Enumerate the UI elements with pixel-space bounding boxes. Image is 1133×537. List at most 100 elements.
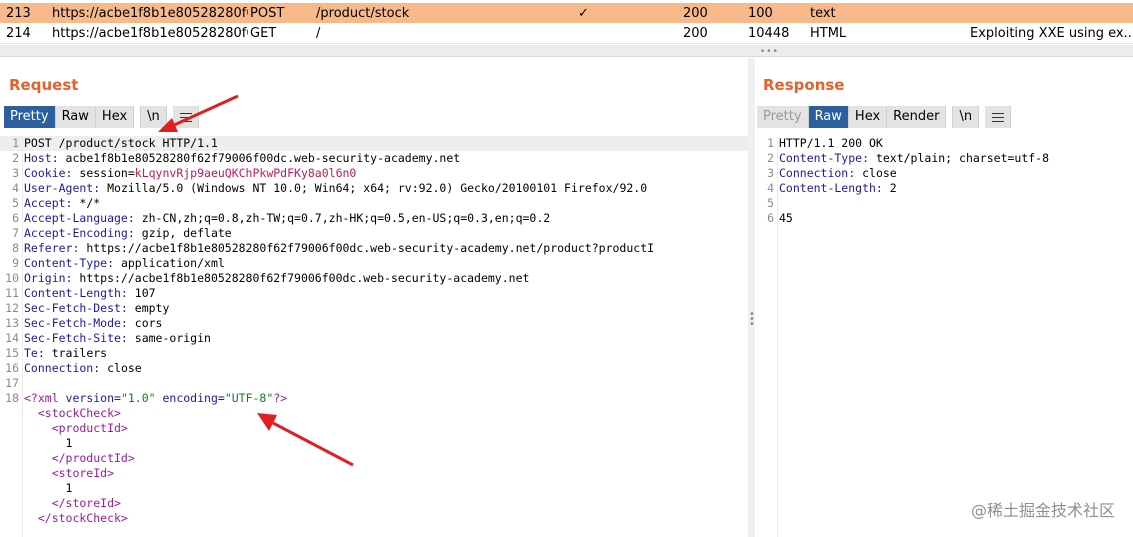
line-content: Accept: */* bbox=[24, 196, 100, 211]
header-value: application/xml bbox=[114, 256, 225, 270]
history-row[interactable]: 214 https://acbe1f8b1e80528280f6... GET … bbox=[0, 23, 1133, 44]
line-content: 1 bbox=[24, 481, 73, 496]
code-line: 1 bbox=[0, 436, 748, 451]
vertical-splitter[interactable] bbox=[748, 58, 755, 537]
header-name: Accept-Language: bbox=[24, 211, 135, 225]
request-editor[interactable]: 1 POST /product/stock HTTP/1.1 2 Host: acbe… bbox=[0, 136, 748, 537]
header-value: empty bbox=[127, 301, 170, 315]
menu-icon[interactable] bbox=[172, 106, 199, 128]
line-content: <?xml version="1.0" encoding="UTF-8"?> bbox=[24, 391, 287, 406]
line-number: 6 bbox=[767, 211, 774, 225]
line-content: HTTP/1.1 200 OK bbox=[779, 136, 883, 151]
header-name: Connection: bbox=[24, 361, 101, 375]
line-number: 15 bbox=[5, 346, 19, 360]
line-content: Content-Length: 107 bbox=[24, 286, 156, 301]
line-content: Connection: close bbox=[779, 166, 897, 181]
header-value: 107 bbox=[127, 286, 156, 300]
drag-handle-icon[interactable]: ••• bbox=[760, 48, 779, 57]
row-number: 214 bbox=[6, 26, 31, 41]
line-content: User-Agent: Mozilla/5.0 (Windows NT 10.0… bbox=[24, 181, 647, 196]
header-name: Content-Length: bbox=[779, 181, 883, 195]
line-number: 4 bbox=[767, 181, 774, 195]
row-url: / bbox=[316, 26, 321, 41]
request-title: Request bbox=[9, 76, 79, 94]
tab-raw[interactable]: Raw bbox=[55, 106, 96, 128]
newline-toggle-button[interactable]: \n bbox=[140, 106, 167, 128]
header-value: 2 bbox=[882, 181, 897, 195]
line-content: Content-Length: 2 bbox=[779, 181, 897, 196]
line-number: 4 bbox=[12, 181, 19, 195]
header-value: https://acbe1f8b1e80528280f62f79006f00dc… bbox=[72, 271, 530, 285]
code-line: 1 POST /product/stock HTTP/1.1 bbox=[0, 136, 748, 151]
header-name: Cookie: bbox=[24, 166, 73, 180]
line-number: 7 bbox=[12, 226, 19, 240]
code-line: 3 Cookie: session=kLqynvRjp9aeuQKChPkwPdF… bbox=[0, 166, 748, 181]
line-number: 3 bbox=[767, 166, 774, 180]
header-name: Accept-Encoding: bbox=[24, 226, 135, 240]
header-value: close bbox=[100, 361, 142, 375]
code-line: 12 Sec-Fetch-Dest: empty bbox=[0, 301, 748, 316]
xml-tag: <stockCheck> bbox=[24, 406, 121, 420]
response-panel: Response Pretty Raw Hex Render \n 1 HTTP/… bbox=[755, 58, 1133, 537]
line-number: 5 bbox=[767, 196, 774, 210]
line-number: 2 bbox=[12, 151, 19, 165]
line-content: Accept-Encoding: gzip, deflate bbox=[24, 226, 232, 241]
line-number: 1 bbox=[12, 136, 19, 150]
header-value: HTTP/1.1 200 OK bbox=[779, 136, 883, 150]
code-line: 4 User-Agent: Mozilla/5.0 (Windows NT 10.… bbox=[0, 181, 748, 196]
header-name: Sec-Fetch-Dest: bbox=[24, 301, 128, 315]
tab-render[interactable]: Render bbox=[887, 106, 947, 128]
line-content: Sec-Fetch-Site: same-origin bbox=[24, 331, 211, 346]
header-name: Referer: bbox=[24, 241, 80, 255]
tab-pretty[interactable]: Pretty bbox=[4, 106, 56, 128]
line-number: 5 bbox=[12, 196, 19, 210]
line-content: Referer: https://acbe1f8b1e80528280f62f7… bbox=[24, 241, 654, 256]
header-value: */* bbox=[72, 196, 101, 210]
header-name: Content-Type: bbox=[24, 256, 115, 270]
menu-icon[interactable] bbox=[985, 106, 1012, 128]
code-line: 7 Accept-Encoding: gzip, deflate bbox=[0, 226, 748, 241]
line-number: 16 bbox=[5, 361, 19, 375]
xml-tag: </storeId> bbox=[24, 496, 121, 510]
code-line: </productId> bbox=[0, 451, 748, 466]
header-name: Accept: bbox=[24, 196, 73, 210]
code-line: 11 Content-Length: 107 bbox=[0, 286, 748, 301]
xml-decl: <?xml bbox=[24, 391, 59, 405]
code-line: 4 Content-Length: 2 bbox=[755, 181, 1133, 196]
header-value: zh-CN,zh;q=0.8,zh-TW;q=0.7,zh-HK;q=0.5,e… bbox=[134, 211, 551, 225]
tab-raw[interactable]: Raw bbox=[808, 106, 849, 128]
line-number: 2 bbox=[767, 151, 774, 165]
line-content: <stockCheck> bbox=[24, 406, 121, 421]
row-url: /product/stock bbox=[316, 6, 410, 21]
xml-attr: version= bbox=[58, 391, 121, 405]
line-content: Origin: https://acbe1f8b1e80528280f62f79… bbox=[24, 271, 529, 286]
header-value: same-origin bbox=[127, 331, 211, 345]
tab-hex[interactable]: Hex bbox=[848, 106, 888, 128]
code-line: <storeId> bbox=[0, 466, 748, 481]
newline-toggle-button[interactable]: \n bbox=[952, 106, 980, 128]
line-number: 14 bbox=[5, 331, 19, 345]
code-line: 6 Accept-Language: zh-CN,zh;q=0.8,zh-TW;q… bbox=[0, 211, 748, 226]
line-content: Accept-Language: zh-CN,zh;q=0.8,zh-TW;q=… bbox=[24, 211, 550, 226]
horizontal-splitter[interactable] bbox=[0, 45, 1133, 57]
line-number: 13 bbox=[5, 316, 19, 330]
tab-pretty[interactable]: Pretty bbox=[757, 106, 809, 128]
response-editor[interactable]: 1 HTTP/1.1 200 OK 2 Content-Type: text/plai… bbox=[755, 136, 1133, 537]
line-number: 17 bbox=[5, 376, 19, 390]
tab-hex[interactable]: Hex bbox=[95, 106, 135, 128]
code-line: 8 Referer: https://acbe1f8b1e80528280f62f… bbox=[0, 241, 748, 256]
line-content: Content-Type: application/xml bbox=[24, 256, 225, 271]
params-check-icon: ✓ bbox=[578, 6, 589, 21]
code-line: 5 Accept: */* bbox=[0, 196, 748, 211]
xml-tag: </stockCheck> bbox=[24, 511, 128, 525]
history-row-selected[interactable]: 213 https://acbe1f8b1e80528280f6... POST… bbox=[0, 3, 1133, 24]
header-value: session= bbox=[72, 166, 135, 180]
header-name: User-Agent: bbox=[24, 181, 101, 195]
xml-tag: <productId> bbox=[24, 421, 128, 435]
code-line: 13 Sec-Fetch-Mode: cors bbox=[0, 316, 748, 331]
code-line: </storeId> bbox=[0, 496, 748, 511]
header-value: https://acbe1f8b1e80528280f62f79006f00dc… bbox=[79, 241, 655, 255]
header-value: cors bbox=[127, 316, 163, 330]
drag-handle-icon[interactable]: ••• bbox=[749, 310, 755, 330]
line-content: Cookie: session=kLqynvRjp9aeuQKChPkwPdFK… bbox=[24, 166, 356, 181]
